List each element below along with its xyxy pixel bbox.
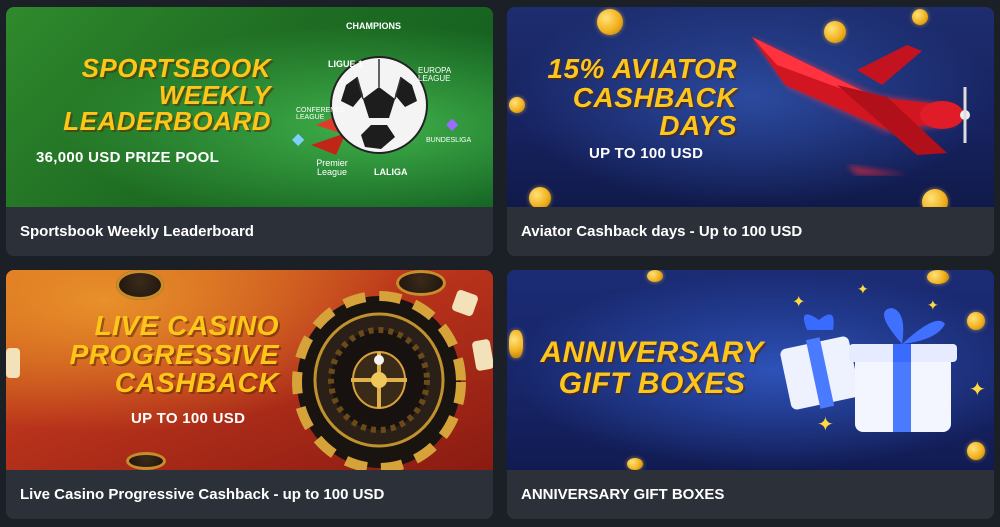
confetti-icon: ◆	[446, 116, 459, 133]
sparkle-icon: ✦	[857, 281, 869, 297]
logo-ligue1: LIGUE 1	[328, 59, 364, 69]
logo-champions: CHAMPIONS	[346, 21, 402, 31]
coin-icon	[647, 270, 663, 282]
gift-boxes-icon	[780, 308, 957, 432]
headline-line: LEADERBOARD	[63, 106, 271, 137]
logo-premier-league: Premier League	[316, 158, 348, 177]
promo-title[interactable]: Sportsbook Weekly Leaderboard	[6, 207, 493, 256]
dice-icon	[6, 348, 20, 378]
promo-card-anniversary-gift-boxes[interactable]: ✦ ✦ ✦ ✦ ✦ ANNIVERSARY GIFT BOXES ANNIVER…	[507, 270, 994, 519]
roulette-wheel-icon	[292, 291, 466, 470]
dice-icon	[471, 338, 493, 372]
headline-line: CASHBACK	[114, 367, 279, 399]
logo-laliga: LALIGA	[374, 167, 408, 177]
coin-icon	[912, 9, 928, 25]
promo-banner[interactable]: LIVE CASINO PROGRESSIVE CASHBACK UP TO 1…	[6, 270, 493, 470]
headline-line: DAYS	[659, 110, 737, 142]
promo-card-sportsbook-leaderboard[interactable]: SPORTSBOOK WEEKLY LEADERBOARD 36,000 USD…	[6, 7, 493, 256]
headline-line: LIVE CASINO	[94, 310, 279, 341]
headline-line: 15% AVIATOR	[547, 53, 737, 84]
headline-line: GIFT BOXES	[558, 366, 746, 400]
banner-headline: LIVE CASINO PROGRESSIVE CASHBACK	[44, 310, 279, 399]
coin-icon	[627, 458, 643, 470]
promo-title[interactable]: Aviator Cashback days - Up to 100 USD	[507, 207, 994, 256]
promo-title[interactable]: ANNIVERSARY GIFT BOXES	[507, 470, 994, 519]
banner-subtitle: 36,000 USD PRIZE POOL	[36, 149, 220, 166]
headline-line: ANNIVERSARY	[540, 336, 764, 369]
coin-icon	[922, 189, 948, 207]
coin-icon	[597, 9, 623, 35]
coin-icon	[927, 270, 949, 284]
coin-icon	[509, 97, 525, 113]
banner-headline: SPORTSBOOK WEEKLY LEADERBOARD	[63, 55, 271, 135]
coin-icon	[529, 187, 551, 207]
casino-chip-icon	[116, 270, 164, 300]
logo-conference-league: CONFERENCE LEAGUE	[296, 107, 346, 121]
casino-chip-icon	[126, 452, 166, 470]
banner-subtitle: UP TO 100 USD	[589, 145, 704, 162]
promo-banner[interactable]: ✦ ✦ ✦ ✦ ✦ ANNIVERSARY GIFT BOXES	[507, 270, 994, 470]
logo-europa-league: EUROPA LEAGUE	[418, 66, 451, 83]
logo-bundesliga: BUNDESLIGA	[426, 137, 472, 144]
coin-icon	[509, 330, 523, 358]
promo-card-aviator-cashback[interactable]: 15% AVIATOR CASHBACK DAYS UP TO 100 USD	[507, 7, 994, 256]
promo-card-live-casino-cashback[interactable]: LIVE CASINO PROGRESSIVE CASHBACK UP TO 1…	[6, 270, 493, 519]
promo-title[interactable]: Live Casino Progressive Cashback - up to…	[6, 470, 493, 519]
confetti-icon: ◆	[292, 131, 305, 148]
banner-subtitle: UP TO 100 USD	[131, 410, 246, 427]
promo-banner[interactable]: SPORTSBOOK WEEKLY LEADERBOARD 36,000 USD…	[6, 7, 493, 207]
headline-line: WEEKLY	[158, 79, 271, 110]
banner-headline: ANNIVERSARY GIFT BOXES	[537, 336, 767, 400]
headline-line: SPORTSBOOK	[81, 53, 271, 83]
red-airplane-icon	[752, 37, 970, 175]
headline-line: PROGRESSIVE	[69, 338, 279, 370]
promotions-grid: SPORTSBOOK WEEKLY LEADERBOARD 36,000 USD…	[0, 0, 1000, 527]
banner-headline: 15% AVIATOR CASHBACK DAYS	[532, 53, 737, 142]
promo-banner[interactable]: 15% AVIATOR CASHBACK DAYS UP TO 100 USD	[507, 7, 994, 207]
headline-line: CASHBACK	[572, 81, 737, 113]
